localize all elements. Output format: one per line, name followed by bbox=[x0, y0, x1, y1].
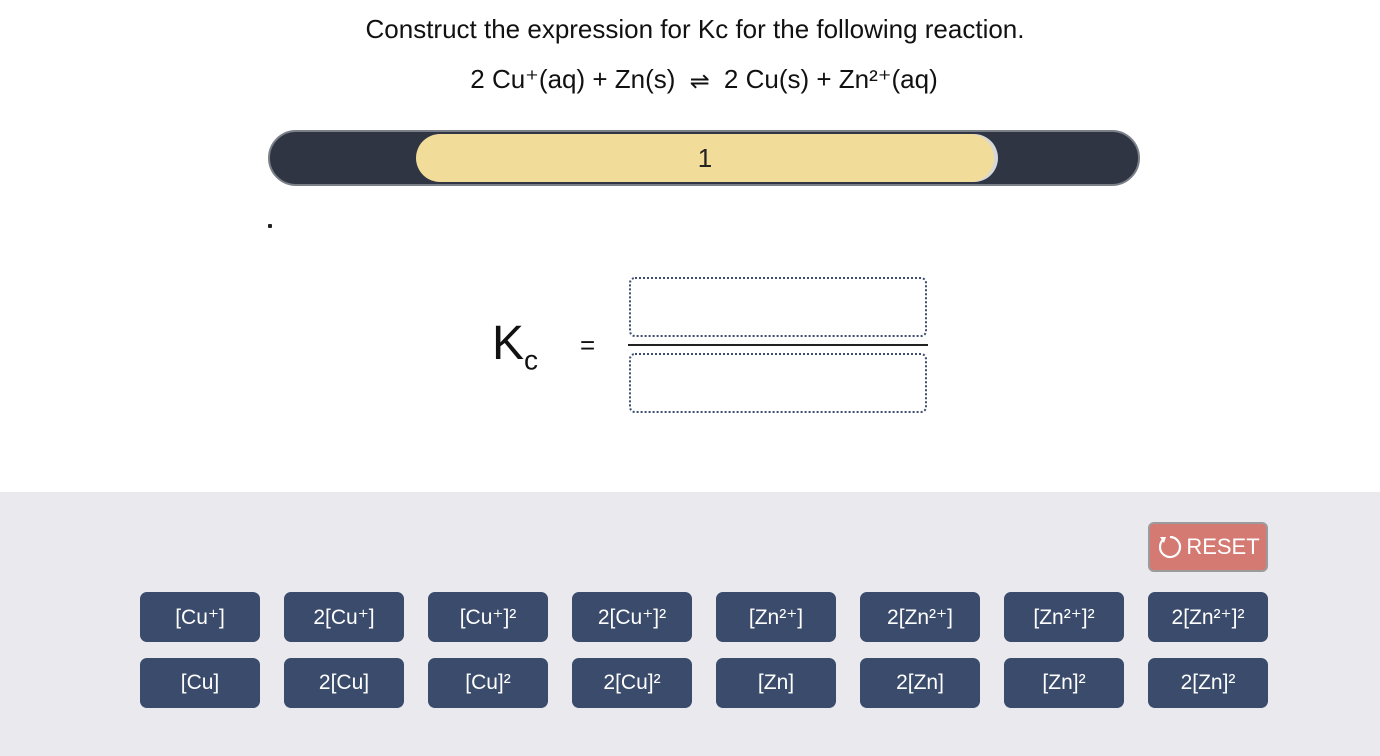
slider-thumb[interactable]: 1 bbox=[416, 134, 994, 182]
answer-tile[interactable]: 2[Cu⁺] bbox=[284, 592, 404, 642]
numerator-drop-zone[interactable] bbox=[629, 277, 927, 337]
reset-button[interactable]: RESET bbox=[1148, 522, 1268, 572]
answer-tile[interactable]: [Zn²⁺] bbox=[716, 592, 836, 642]
answer-tile[interactable]: 2[Zn²⁺]² bbox=[1148, 592, 1268, 642]
answer-tile[interactable]: 2[Zn] bbox=[860, 658, 980, 708]
reset-icon bbox=[1159, 535, 1182, 559]
answer-tile[interactable]: 2[Zn²⁺] bbox=[860, 592, 980, 642]
equilibrium-arrow-icon: ⇌ bbox=[689, 67, 710, 95]
kc-subscript: c bbox=[524, 344, 539, 376]
step-slider[interactable]: 1 bbox=[268, 130, 1140, 186]
reaction-equation: 2 Cu⁺(aq) + Zn(s) ⇌ 2 Cu(s) + Zn²⁺(aq) bbox=[0, 64, 1380, 96]
kc-symbol: Kc bbox=[492, 316, 538, 377]
answer-tile[interactable]: [Cu⁺]² bbox=[428, 592, 548, 642]
answer-tile[interactable]: 2[Cu]² bbox=[572, 658, 692, 708]
answer-tile[interactable]: [Zn²⁺]² bbox=[1004, 592, 1124, 642]
answer-tile[interactable]: [Cu]² bbox=[428, 658, 548, 708]
answer-tile[interactable]: [Zn] bbox=[716, 658, 836, 708]
answer-tile[interactable]: 2[Zn]² bbox=[1148, 658, 1268, 708]
kc-letter: K bbox=[492, 317, 525, 370]
answer-tile[interactable]: [Zn]² bbox=[1004, 658, 1124, 708]
reaction-reactants: 2 Cu⁺(aq) + Zn(s) bbox=[470, 64, 676, 94]
answer-tile[interactable]: 2[Cu] bbox=[284, 658, 404, 708]
answer-tile[interactable]: [Cu] bbox=[140, 658, 260, 708]
reset-label: RESET bbox=[1186, 534, 1260, 559]
answer-tile[interactable]: 2[Cu⁺]² bbox=[572, 592, 692, 642]
fraction-bar bbox=[628, 344, 928, 346]
dot-marker bbox=[268, 224, 272, 228]
question-title: Construct the expression for Kc for the … bbox=[365, 14, 1025, 44]
equals-sign: = bbox=[580, 330, 596, 360]
answer-tile[interactable]: [Cu⁺] bbox=[140, 592, 260, 642]
denominator-drop-zone[interactable] bbox=[629, 353, 927, 413]
reaction-products: 2 Cu(s) + Zn²⁺(aq) bbox=[723, 64, 938, 94]
